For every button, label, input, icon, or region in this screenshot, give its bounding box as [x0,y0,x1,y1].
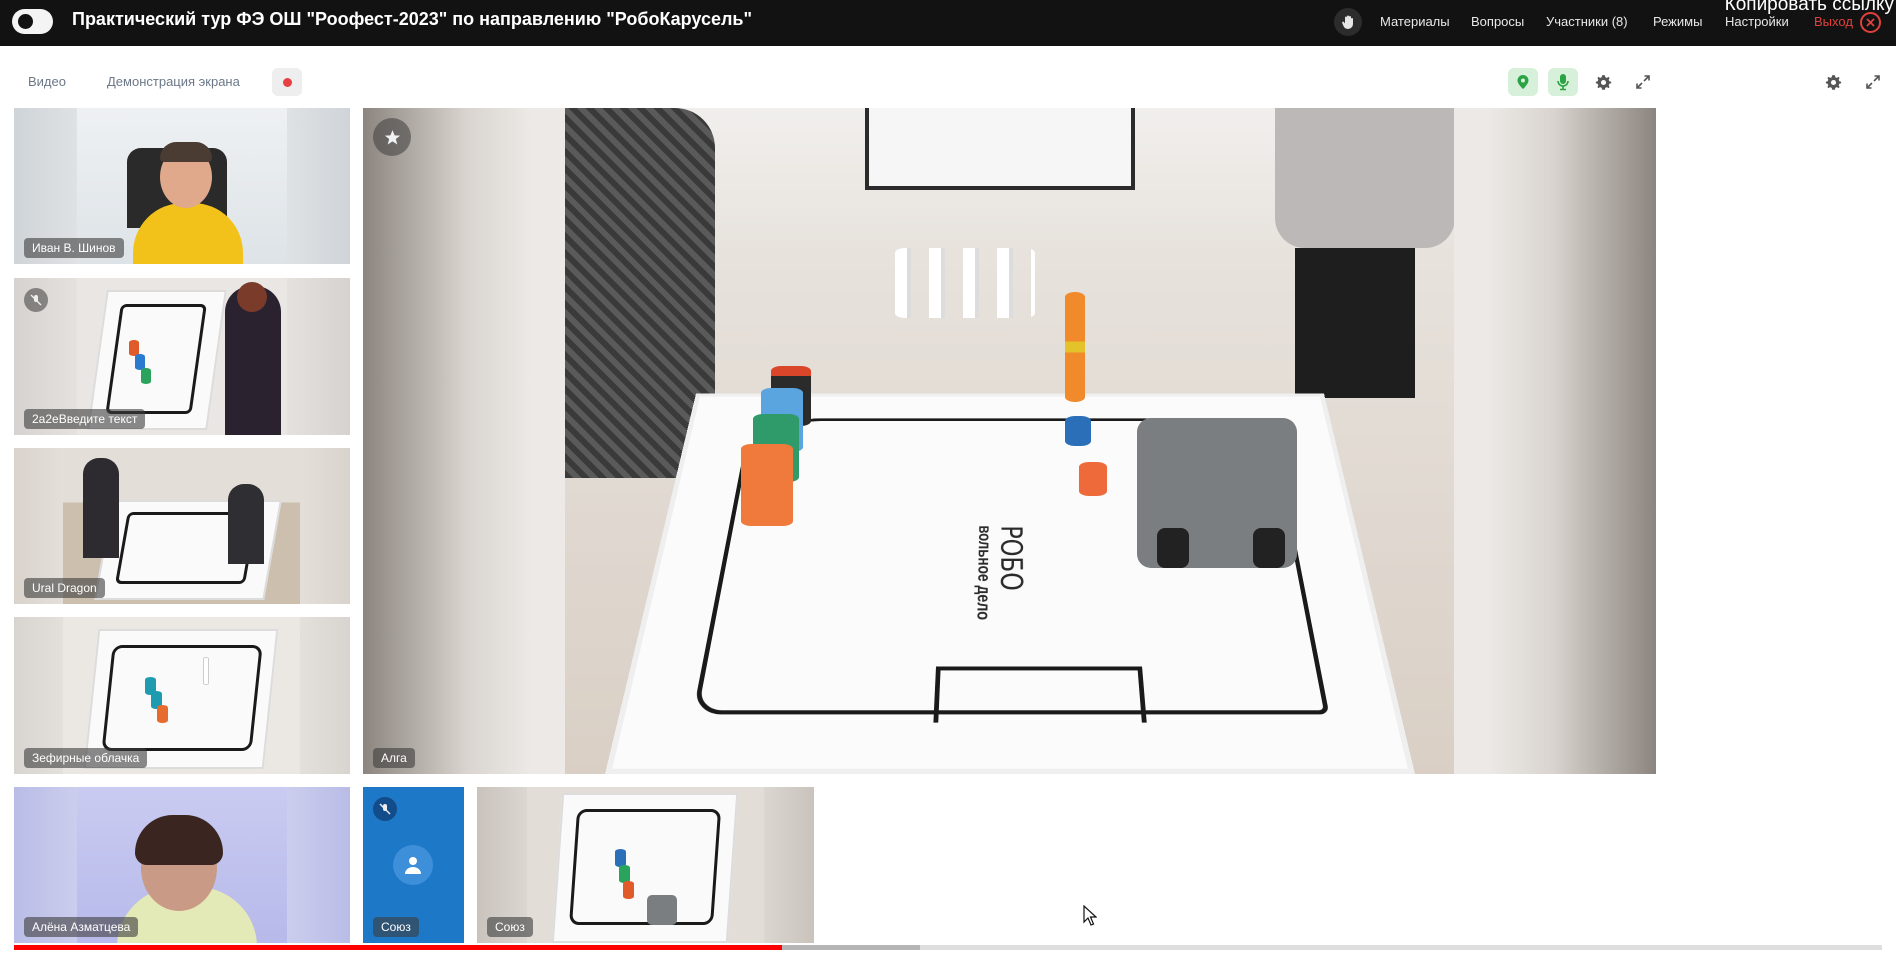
mat-logo: РОБО вольное дело [972,525,1029,620]
video-progress-bar[interactable] [14,945,1882,950]
cylinder [623,881,634,899]
video-tile-zefirnye-oblachka[interactable]: Зефирные облачка [14,617,350,774]
cylinder [741,444,793,526]
menu-modes[interactable]: Режимы [1653,14,1702,29]
location-pin-icon [1517,75,1529,89]
whiteboard [865,108,1135,190]
mouse-pointer-icon [1083,905,1097,926]
person-head [237,282,267,312]
participant-name: Алёна Азматцева [24,917,139,937]
participant-name: Иван В. Шинов [24,238,124,258]
video-tile-ivan[interactable]: Иван В. Шинов [14,108,350,264]
gear-icon [1825,74,1841,90]
gear-icon [1595,74,1611,90]
conference-title: Практический тур ФЭ ОШ "Роофест-2023" по… [72,9,753,29]
star-icon [384,129,400,145]
progress-played [14,945,782,950]
muted-mic-icon [379,803,391,815]
person-right-sweater [1275,108,1454,248]
pin-speaker-button[interactable] [373,118,411,156]
microphone-button[interactable] [1548,68,1578,96]
menu-exit[interactable]: Выход [1814,14,1853,29]
record-button[interactable] [272,68,302,96]
cylinder [203,657,209,685]
settings-button[interactable] [1588,68,1618,96]
cylinder-stack [1065,292,1085,402]
panel-settings-button[interactable] [1818,68,1848,96]
person-right-legs [1295,248,1415,398]
menu-questions[interactable]: Вопросы [1471,14,1524,29]
robot-wheel [1157,528,1189,568]
microphone-icon [1557,74,1569,91]
video-tile-soyuz-avatar[interactable]: Союз [363,787,464,943]
menu-participants[interactable]: Участники (8) [1546,14,1628,29]
person [228,484,264,564]
field-mat [551,793,739,943]
person [83,458,119,558]
field-line [101,645,263,751]
video-tile-alga-main[interactable]: РОБО вольное дело Алга [363,108,1656,774]
panel-fullscreen-button[interactable] [1858,68,1888,96]
cylinder [1079,462,1107,496]
copy-link-overlay[interactable]: Копировать ссылку [1725,0,1894,16]
cylinder [141,368,151,384]
participant-name: Алга [373,748,415,768]
video-feed [527,787,764,943]
tab-screen-share[interactable]: Демонстрация экрана [107,74,240,89]
mat-logo-line1: РОБО [993,525,1029,591]
cylinder [1065,416,1091,446]
fullscreen-button[interactable] [1628,68,1658,96]
expand-arrows-icon [1866,75,1880,89]
muted-mic-button[interactable] [24,288,48,312]
mat-logo-line2: вольное дело [972,525,994,621]
participant-name: Союз [487,917,533,937]
video-tile-alena[interactable]: Алёна Азматцева [14,787,350,943]
muted-mic-icon [30,294,42,306]
finish-zone [933,666,1147,723]
record-dot-icon [282,77,292,87]
participant-name: Ural Dragon [24,578,105,598]
menu-settings[interactable]: Настройки [1725,14,1789,29]
menu-materials[interactable]: Материалы [1380,14,1450,29]
location-button[interactable] [1508,68,1538,96]
muted-mic-button[interactable] [373,797,397,821]
top-bar: Практический тур ФЭ ОШ "Роофест-2023" по… [0,0,1896,46]
participant-name: 2а2еВведите текст [24,409,146,429]
field-line [105,304,207,414]
tab-video[interactable]: Видео [28,74,66,89]
toggle-switch-icon[interactable] [12,9,53,34]
white-pins [895,248,1035,318]
video-tile-2a2e[interactable]: 2а2еВведите текст [14,278,350,435]
person-hair [135,815,223,865]
toggle-knob [18,14,33,29]
expand-arrows-icon [1636,75,1650,89]
robot-wheel [1253,528,1285,568]
video-tile-ural-dragon[interactable]: Ural Dragon [14,448,350,604]
cylinder [157,705,168,723]
participant-name: Союз [373,917,419,937]
robot [647,895,677,925]
video-feed: РОБО вольное дело [565,108,1454,774]
participant-name: Зефирные облачка [24,748,148,768]
person-hair [160,142,212,162]
raise-hand-icon [1342,15,1353,29]
video-tile-soyuz-video[interactable]: Союз [477,787,814,943]
person-icon [405,857,421,874]
raise-hand-button[interactable] [1334,8,1362,36]
field-line [569,809,722,925]
avatar [393,845,433,885]
